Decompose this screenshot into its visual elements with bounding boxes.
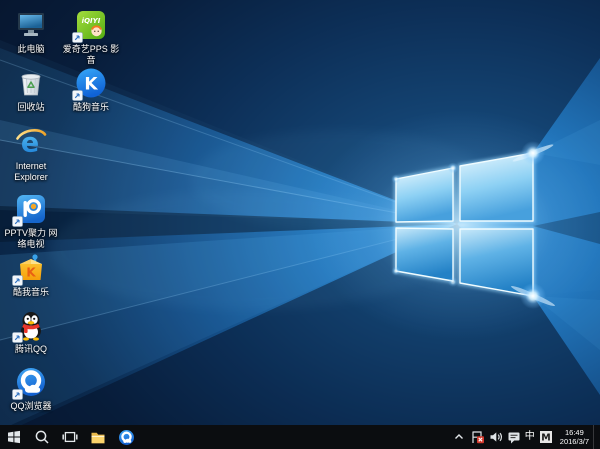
desktop: 此电脑 iQIYI 爱奇艺PPS 影音 回收站 K 酷狗音乐 e Interne…: [0, 0, 600, 449]
icon-label: 此电脑: [17, 44, 45, 54]
system-tray: 中 M 16:49 2016/3/7: [450, 425, 600, 449]
icon-label: Internet Explorer: [14, 161, 48, 182]
iqiyi-icon: iQIYI: [72, 8, 108, 43]
search-icon: [35, 430, 49, 444]
icon-label: PPTV聚力 网络电视: [4, 228, 58, 249]
internet-explorer-icon: e: [14, 125, 48, 159]
shortcut-arrow-overlay: [72, 90, 83, 101]
file-explorer-button[interactable]: [84, 425, 112, 449]
search-button[interactable]: [28, 425, 56, 449]
tray-message-button[interactable]: [505, 425, 523, 449]
desktop-icon-qq-browser[interactable]: QQ浏览器: [1, 365, 61, 412]
qq-browser-icon: [12, 365, 48, 400]
icon-label: 回收站: [17, 102, 45, 112]
qq-browser-taskbar-icon: [118, 429, 134, 445]
tray-ime-language-button[interactable]: 中: [523, 425, 537, 449]
svg-text:K: K: [26, 266, 36, 280]
tray-clock[interactable]: 16:49 2016/3/7: [555, 428, 593, 446]
desktop-icon-this-pc[interactable]: 此电脑: [1, 8, 61, 55]
icon-label: 酷狗音乐: [72, 102, 109, 112]
task-view-icon: [62, 431, 78, 443]
recycle-bin-icon: [14, 66, 48, 100]
shortcut-arrow-overlay: [12, 389, 23, 400]
shortcut-arrow-overlay: [72, 32, 83, 43]
flag-alert-icon: [472, 431, 484, 444]
svg-text:K: K: [84, 75, 98, 95]
desktop-icon-recycle-bin[interactable]: 回收站: [1, 66, 61, 113]
shortcut-arrow-overlay: [12, 332, 23, 343]
ime-brand-icon: M: [539, 431, 552, 444]
icon-label: QQ浏览器: [10, 401, 52, 411]
clock-date: 2016/3/7: [559, 437, 589, 446]
this-pc-icon: [14, 8, 48, 42]
icon-label: 腾讯QQ: [14, 344, 47, 354]
kuwo-icon: K: [12, 251, 48, 286]
shortcut-arrow-overlay: [12, 275, 23, 286]
kugou-icon: K: [72, 66, 108, 101]
speaker-icon: [490, 432, 502, 442]
shortcut-arrow-overlay: [12, 216, 23, 227]
start-button[interactable]: [0, 425, 28, 449]
desktop-icon-iqiyi-pps[interactable]: iQIYI 爱奇艺PPS 影音: [59, 8, 123, 66]
svg-text:iQIYI: iQIYI: [82, 17, 101, 25]
icon-label: 爱奇艺PPS 影音: [62, 44, 120, 65]
icon-label: 酷我音乐: [12, 287, 49, 297]
desktop-icon-kugou-music[interactable]: K 酷狗音乐: [59, 66, 123, 113]
chevron-up-icon: [454, 434, 463, 439]
task-view-button[interactable]: [56, 425, 84, 449]
taskbar-qq-browser-button[interactable]: [112, 425, 140, 449]
file-explorer-icon: [91, 432, 105, 444]
desktop-icon-kuwo-music[interactable]: K 酷我音乐: [1, 251, 61, 298]
desktop-icon-tencent-qq[interactable]: 腾讯QQ: [1, 308, 61, 355]
qq-penguin-icon: [12, 308, 48, 343]
show-desktop-button[interactable]: [593, 425, 598, 449]
tray-show-hidden-icons-button[interactable]: [450, 425, 468, 449]
pptv-icon: [12, 192, 48, 227]
tray-action-center-flag-button[interactable]: [468, 425, 487, 449]
windows-logo-icon: [8, 430, 20, 444]
tray-ime-mode-button[interactable]: M: [537, 425, 555, 449]
tooltip-message-icon: [508, 432, 520, 444]
desktop-icon-pptv[interactable]: PPTV聚力 网络电视: [1, 192, 61, 250]
taskbar: 中 M 16:49 2016/3/7: [0, 425, 600, 449]
ime-language-indicator: 中: [524, 431, 535, 442]
clock-time: 16:49: [565, 428, 584, 437]
tray-volume-button[interactable]: [487, 425, 505, 449]
desktop-icon-internet-explorer[interactable]: e Internet Explorer: [1, 125, 61, 183]
svg-text:M: M: [541, 433, 550, 444]
